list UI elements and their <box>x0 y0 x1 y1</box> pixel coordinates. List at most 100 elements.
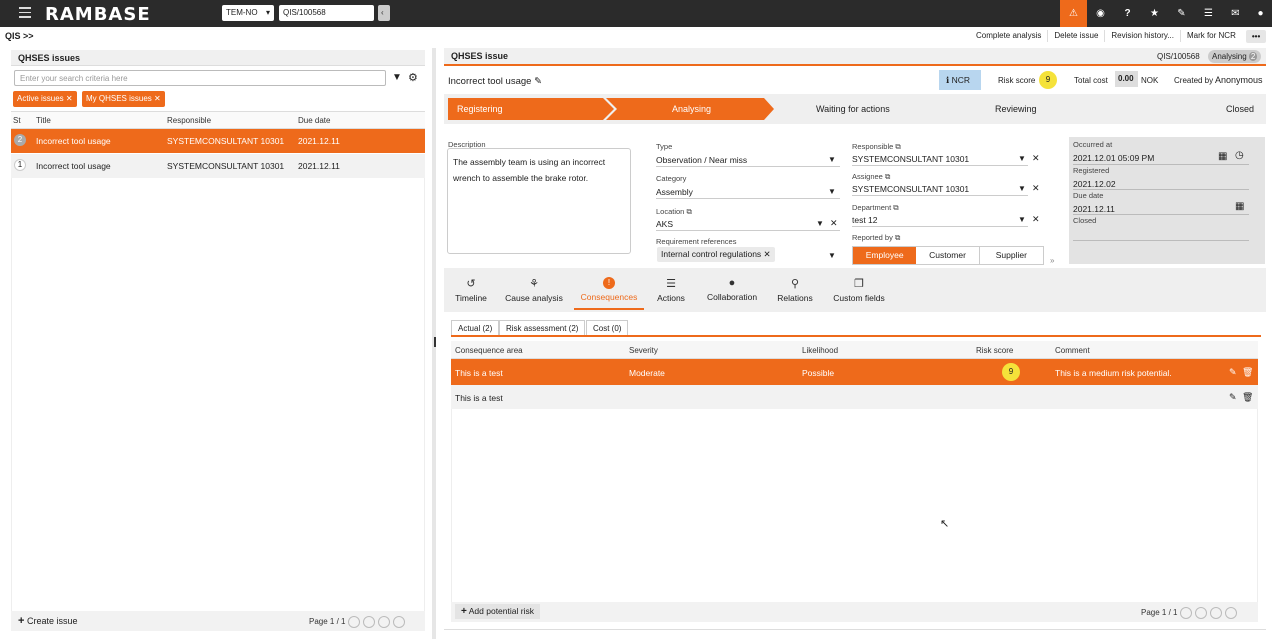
external-link-icon[interactable]: ⧉ <box>893 203 898 212</box>
col-due-date[interactable]: Due date <box>298 116 330 125</box>
first-page-icon[interactable] <box>348 616 361 628</box>
issue-title[interactable]: Incorrect tool usage ✎ <box>448 76 542 87</box>
chevron-down-icon[interactable]: ▼ <box>828 187 836 196</box>
tab-relations[interactable]: ⚲ Relations <box>772 277 818 309</box>
more-button[interactable]: ••• <box>1245 29 1267 43</box>
edit-icon[interactable]: ✎ <box>534 76 542 87</box>
prev-page-icon[interactable] <box>1195 607 1208 619</box>
trash-icon[interactable]: 🗑 <box>1242 392 1253 403</box>
help-icon[interactable]: ? <box>1114 0 1141 27</box>
subtab-risk-assessment[interactable]: Risk assessment (2) <box>499 320 586 336</box>
requirement-chip[interactable]: Internal control regulations ✕ <box>657 247 775 262</box>
create-issue-button[interactable]: + Create issue <box>18 615 77 627</box>
step-waiting[interactable]: Waiting for actions <box>816 98 890 120</box>
col-severity[interactable]: Severity <box>629 346 658 355</box>
trash-icon[interactable]: 🗑 <box>1242 367 1253 378</box>
external-link-icon[interactable]: ⧉ <box>895 142 900 151</box>
department-value[interactable]: test 12 <box>852 215 878 225</box>
external-link-icon[interactable]: ⧉ <box>895 233 900 242</box>
col-likelihood[interactable]: Likelihood <box>802 346 838 355</box>
chevron-down-icon[interactable]: ▼ <box>1018 184 1026 193</box>
chevron-down-icon[interactable]: ▼ <box>828 155 836 164</box>
search-input[interactable]: Enter your search criteria here <box>14 70 386 86</box>
filter-chip-active[interactable]: Active issues ✕ <box>13 91 77 107</box>
clear-icon[interactable]: ✕ <box>830 218 838 229</box>
mail-icon[interactable]: ✉ <box>1222 0 1249 27</box>
tab-custom-fields[interactable]: ❐ Custom fields <box>826 277 892 309</box>
calendar-icon[interactable]: ▦ <box>1235 201 1244 212</box>
col-risk-score[interactable]: Risk score <box>976 346 1013 355</box>
external-link-icon[interactable]: ⧉ <box>885 172 890 181</box>
subtab-cost[interactable]: Cost (0) <box>586 320 629 336</box>
description-textarea[interactable]: The assembly team is using an incorrect … <box>447 148 631 254</box>
tab-collaboration[interactable]: ● Collaboration <box>700 277 764 309</box>
col-status[interactable]: St <box>13 116 21 125</box>
location-value[interactable]: AKS <box>656 219 673 229</box>
clear-icon[interactable]: ✕ <box>1032 183 1040 194</box>
col-comment[interactable]: Comment <box>1055 346 1090 355</box>
complete-analysis-button[interactable]: Complete analysis <box>970 30 1049 42</box>
clear-icon[interactable]: ✕ <box>1032 153 1040 164</box>
step-analysing[interactable]: Analysing <box>672 98 711 120</box>
assignee-value[interactable]: SYSTEMCONSULTANT 10301 <box>852 184 969 194</box>
menu-icon[interactable] <box>19 7 31 19</box>
last-page-icon[interactable] <box>393 616 406 628</box>
tab-consequences[interactable]: ! Consequences <box>574 277 644 310</box>
star-icon[interactable]: ★ <box>1141 0 1168 27</box>
step-closed[interactable]: Closed <box>1226 98 1254 120</box>
col-consequence-area[interactable]: Consequence area <box>455 346 523 355</box>
grid-row[interactable] <box>451 385 1258 409</box>
step-reviewing[interactable]: Reviewing <box>995 98 1037 120</box>
step-registering[interactable]: Registering <box>457 98 503 120</box>
edit-icon[interactable]: ✎ <box>1229 392 1237 403</box>
clear-icon[interactable]: ✕ <box>1032 214 1040 225</box>
add-risk-button[interactable]: + Add potential risk <box>455 604 540 619</box>
clock-icon[interactable]: ◷ <box>1235 150 1244 161</box>
category-value[interactable]: Assembly <box>656 187 693 197</box>
chevron-down-icon[interactable]: ▼ <box>1018 154 1026 163</box>
revision-history-button[interactable]: Revision history... <box>1105 30 1181 42</box>
reported-employee[interactable]: Employee <box>853 247 917 264</box>
chevron-down-icon[interactable]: ▼ <box>828 251 836 260</box>
tab-actions[interactable]: ☰ Actions <box>650 277 692 309</box>
delete-issue-button[interactable]: Delete issue <box>1048 30 1106 42</box>
close-icon[interactable]: ✕ <box>154 94 161 103</box>
close-icon[interactable]: ✕ <box>764 249 771 259</box>
attachment-icon[interactable]: ✎ <box>1168 0 1195 27</box>
ncr-badge[interactable]: ℹ NCR <box>939 70 981 90</box>
subtab-actual[interactable]: Actual (2) <box>451 320 500 336</box>
warning-icon[interactable]: ⚠ <box>1060 0 1087 27</box>
tab-cause-analysis[interactable]: ⚘ Cause analysis <box>500 277 568 309</box>
due-date-value[interactable]: 2021.12.11 <box>1073 204 1115 214</box>
col-title[interactable]: Title <box>36 116 51 125</box>
next-page-icon[interactable] <box>1210 607 1223 619</box>
responsible-value[interactable]: SYSTEMCONSULTANT 10301 <box>852 154 969 164</box>
last-page-icon[interactable] <box>1225 607 1238 619</box>
edit-icon[interactable]: ✎ <box>1229 367 1237 378</box>
filter-chip-my[interactable]: My QHSES issues ✕ <box>82 91 165 107</box>
external-link-icon[interactable]: ⧉ <box>686 207 691 216</box>
first-page-icon[interactable] <box>1180 607 1193 619</box>
calendar-icon[interactable]: ▦ <box>1218 151 1227 162</box>
chevron-down-icon[interactable]: ▼ <box>816 219 824 228</box>
company-select[interactable]: TEM-NO ▾ <box>222 5 274 21</box>
filter-icon[interactable]: ▼ <box>392 72 402 83</box>
mark-ncr-button[interactable]: Mark for NCR <box>1181 30 1242 42</box>
reported-customer[interactable]: Customer <box>916 247 980 264</box>
type-value[interactable]: Observation / Near miss <box>656 155 747 165</box>
dashboard-icon[interactable]: ◉ <box>1087 0 1114 27</box>
table-row[interactable]: 1 Incorrect tool usage SYSTEMCONSULTANT … <box>11 154 425 178</box>
list-icon[interactable]: ☰ <box>1195 0 1222 27</box>
back-button[interactable]: ‹ <box>378 5 390 21</box>
col-responsible[interactable]: Responsible <box>167 116 211 125</box>
user-icon[interactable]: ● <box>1247 0 1272 27</box>
reported-supplier[interactable]: Supplier <box>980 247 1043 264</box>
breadcrumb[interactable]: QIS >> <box>5 31 34 41</box>
document-search-input[interactable]: QIS/100568 <box>279 5 374 21</box>
table-row[interactable]: 2 Incorrect tool usage SYSTEMCONSULTANT … <box>11 129 425 153</box>
chevron-down-icon[interactable]: ▼ <box>1018 215 1026 224</box>
prev-page-icon[interactable] <box>363 616 376 628</box>
tab-timeline[interactable]: ↺ Timeline <box>450 277 492 309</box>
gear-icon[interactable]: ⚙ <box>408 71 418 84</box>
splitter-handle[interactable] <box>434 337 436 347</box>
